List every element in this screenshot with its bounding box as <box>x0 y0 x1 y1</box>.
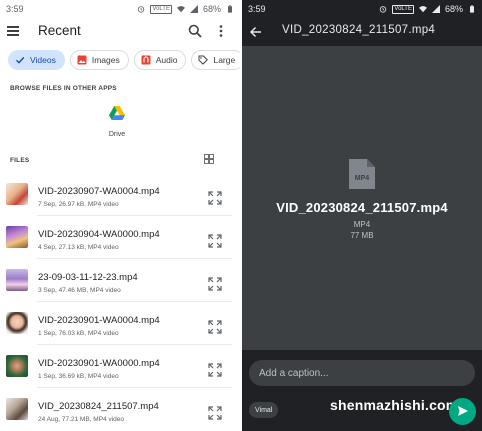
video-thumbnail <box>6 398 28 420</box>
signal-icon <box>431 5 440 13</box>
share-preview-pane: 3:59 VoLTE 68% VID_20230824_211507.mp4 M… <box>242 0 482 431</box>
volte-badge: VoLTE <box>150 4 172 14</box>
battery-percent: 68% <box>444 4 463 14</box>
browse-section-label: BROWSE FILES IN OTHER APPS <box>10 85 117 92</box>
send-icon <box>458 406 468 416</box>
chip-label: Videos <box>30 55 56 65</box>
chip-large[interactable]: Large <box>191 50 240 70</box>
filter-chips: Videos Images Audio Large <box>8 50 240 70</box>
status-icons: VoLTE 68% <box>137 4 234 14</box>
expand-preview-icon[interactable] <box>208 191 222 205</box>
battery-icon <box>470 5 474 13</box>
grid-view-icon[interactable] <box>204 154 214 164</box>
mp4-file-icon: MP4 <box>349 159 375 189</box>
page-title: Recent <box>38 23 81 38</box>
status-time: 3:59 <box>6 4 24 14</box>
file-name: VID-20230901-WA0000.mp4 <box>38 358 160 369</box>
battery-icon <box>228 5 232 13</box>
hamburger-menu-icon[interactable] <box>7 26 19 36</box>
alarm-icon <box>380 6 387 13</box>
expand-preview-icon[interactable] <box>208 320 222 334</box>
file-meta: 3 Sep, 47.46 MB, MP4 video <box>38 287 121 294</box>
status-time: 3:59 <box>248 4 266 14</box>
video-thumbnail <box>6 312 28 334</box>
status-bar: 3:59 VoLTE 68% <box>242 0 482 18</box>
file-row[interactable]: VID-20230907-WA0004.mp4 7 Sep, 26.97 kB,… <box>0 172 240 215</box>
file-row[interactable]: VID_20230824_211507.mp4 24 Aug, 77.21 MB… <box>0 387 240 430</box>
status-bar: 3:59 VoLTE 68% <box>0 0 240 18</box>
file-meta: 7 Sep, 26.97 kB, MP4 video <box>38 201 119 208</box>
file-meta: 1 Sep, 36.69 kB, MP4 video <box>38 373 119 380</box>
google-drive-icon <box>109 106 125 120</box>
file-meta: 24 Aug, 77.21 MB, MP4 video <box>38 416 124 423</box>
more-options-icon[interactable] <box>219 24 223 38</box>
audio-icon <box>141 55 151 65</box>
chip-label: Large <box>213 55 236 65</box>
file-meta: 1 Sep, 76.03 kB, MP4 video <box>38 330 119 337</box>
file-size: 77 MB <box>350 231 374 240</box>
file-preview-area: MP4 VID_20230824_211507.mp4 MP4 77 MB <box>242 46 482 350</box>
file-meta: 4 Sep, 27.13 kB, MP4 video <box>38 244 119 251</box>
file-row[interactable]: VID-20230904-WA0000.mp4 4 Sep, 27.13 kB,… <box>0 215 240 258</box>
back-arrow-icon[interactable] <box>250 26 262 38</box>
expand-preview-icon[interactable] <box>208 363 222 377</box>
expand-preview-icon[interactable] <box>208 406 222 420</box>
file-row[interactable]: VID-20230901-WA0000.mp4 1 Sep, 36.69 kB,… <box>0 344 240 387</box>
video-thumbnail <box>6 183 28 205</box>
image-icon <box>77 55 87 65</box>
wifi-icon <box>418 6 427 13</box>
file-row[interactable]: VID-20230901-WA0004.mp4 1 Sep, 76.03 kB,… <box>0 301 240 344</box>
status-icons: VoLTE 68% <box>379 4 476 14</box>
file-name: VID_20230824_211507.mp4 <box>276 200 448 215</box>
file-type: MP4 <box>353 220 371 229</box>
watermark: shenmazhishi.com <box>330 397 459 413</box>
chip-videos[interactable]: Videos <box>8 50 65 70</box>
send-button[interactable] <box>449 398 476 425</box>
files-section-label: FILES <box>10 157 30 164</box>
alarm-icon <box>138 6 145 13</box>
expand-preview-icon[interactable] <box>208 277 222 291</box>
video-thumbnail <box>6 355 28 377</box>
volte-badge: VoLTE <box>392 4 414 14</box>
file-row[interactable]: 23-09-03-11-12-23.mp4 3 Sep, 47.46 MB, M… <box>0 258 240 301</box>
file-name: VID-20230901-WA0004.mp4 <box>38 315 160 326</box>
files-app-pane: 3:59 VoLTE 68% Recent Videos Images Audi… <box>0 0 240 431</box>
caption-input[interactable] <box>249 360 475 386</box>
wifi-icon <box>176 6 185 13</box>
file-name: VID-20230907-WA0004.mp4 <box>38 186 160 197</box>
signal-icon <box>189 5 198 13</box>
video-thumbnail <box>6 226 28 248</box>
expand-preview-icon[interactable] <box>208 234 222 248</box>
file-name: VID_20230824_211507.mp4 <box>38 401 159 412</box>
recipient-chip[interactable]: Vimal <box>249 402 279 418</box>
chip-label: Audio <box>155 55 178 65</box>
drive-label: Drive <box>108 131 126 138</box>
chip-audio[interactable]: Audio <box>133 50 187 70</box>
chip-images[interactable]: Images <box>69 50 129 70</box>
file-icon-label: MP4 <box>355 175 370 182</box>
file-name: 23-09-03-11-12-23.mp4 <box>38 272 138 283</box>
search-icon[interactable] <box>188 24 202 38</box>
drive-shortcut[interactable]: Drive <box>103 106 131 138</box>
file-list: VID-20230907-WA0004.mp4 7 Sep, 26.97 kB,… <box>0 172 240 430</box>
preview-title: VID_20230824_211507.mp4 <box>282 24 436 36</box>
tag-icon <box>198 55 209 65</box>
file-name: VID-20230904-WA0000.mp4 <box>38 229 160 240</box>
video-thumbnail <box>6 269 28 291</box>
app-bar: Recent <box>0 18 240 46</box>
check-icon <box>16 56 25 64</box>
battery-percent: 68% <box>202 4 221 14</box>
chip-label: Images <box>91 55 120 65</box>
